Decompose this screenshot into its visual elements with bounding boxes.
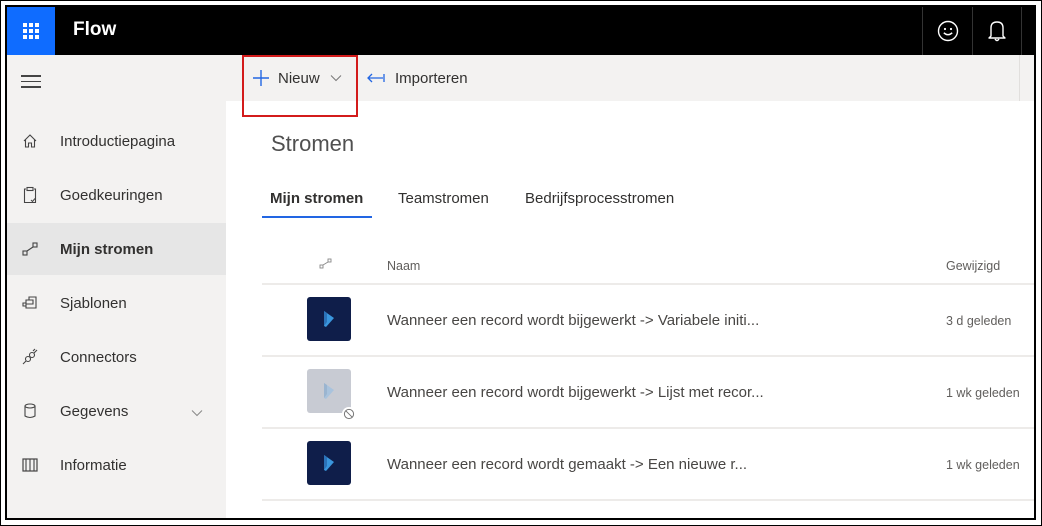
clipboard-check-icon xyxy=(20,185,40,205)
table-row[interactable]: Wanneer een record wordt bijgewerkt -> V… xyxy=(262,285,1034,357)
app-launcher-button[interactable] xyxy=(7,7,55,55)
flow-modified: 1 wk geleden xyxy=(946,386,1020,400)
flow-name[interactable]: Wanneer een record wordt gemaakt -> Een … xyxy=(387,456,747,473)
import-button-label: Importeren xyxy=(395,69,468,87)
flow-type-column-icon[interactable] xyxy=(319,258,333,273)
hamburger-menu-button[interactable] xyxy=(21,75,41,89)
chevron-down-icon[interactable] xyxy=(191,404,203,422)
column-header-name[interactable]: Naam xyxy=(387,259,420,273)
plus-icon xyxy=(253,70,269,86)
flow-name[interactable]: Wanneer een record wordt bijgewerkt -> L… xyxy=(387,384,764,401)
tab-teamstromen[interactable]: Teamstromen xyxy=(398,190,489,222)
flow-icon xyxy=(20,239,40,259)
tab-bedrijfsprocesstromen[interactable]: Bedrijfsprocesstromen xyxy=(525,190,674,222)
table-row[interactable]: Wanneer een record wordt gemaakt -> Een … xyxy=(262,429,1034,501)
app-window: Flow Introductiepagina Goedkeuringen Mij… xyxy=(5,5,1036,520)
sidebar-item-label: Goedkeuringen xyxy=(60,186,163,204)
tab-label: Bedrijfsprocesstromen xyxy=(525,190,675,207)
sidebar-item-introductiepagina[interactable]: Introductiepagina xyxy=(7,115,226,167)
app-title[interactable]: Flow xyxy=(73,7,116,55)
database-icon xyxy=(20,401,40,421)
new-button-label: Nieuw xyxy=(278,69,320,87)
column-header-modified[interactable]: Gewijzigd xyxy=(946,259,1000,273)
top-bar: Flow xyxy=(7,7,1034,55)
sidebar-item-goedkeuringen[interactable]: Goedkeuringen xyxy=(7,169,226,221)
new-button[interactable]: Nieuw xyxy=(252,55,342,101)
sidebar-item-sjablonen[interactable]: Sjablonen xyxy=(7,277,226,329)
sidebar: Introductiepagina Goedkeuringen Mijn str… xyxy=(7,55,226,518)
sidebar-item-label: Gegevens xyxy=(60,402,129,420)
command-bar: Nieuw Importeren xyxy=(226,55,1034,101)
dynamics-icon xyxy=(307,297,351,341)
chevron-down-icon xyxy=(330,75,342,82)
flow-name[interactable]: Wanneer een record wordt bijgewerkt -> V… xyxy=(387,312,759,329)
smiley-icon xyxy=(937,20,958,42)
flows-table: Naam Gewijzigd Wanneer een record wordt … xyxy=(262,247,1034,501)
templates-icon xyxy=(20,293,40,313)
notifications-button[interactable] xyxy=(972,7,1022,55)
flow-modified: 3 d geleden xyxy=(946,314,1012,328)
import-button[interactable]: Importeren xyxy=(367,55,468,101)
feedback-button[interactable] xyxy=(922,7,972,55)
home-icon xyxy=(20,131,40,151)
import-arrow-icon xyxy=(367,73,385,83)
sidebar-item-gegevens[interactable]: Gegevens xyxy=(7,385,226,437)
tab-label: Mijn stromen xyxy=(270,190,364,207)
flow-modified: 1 wk geleden xyxy=(946,458,1020,472)
disabled-icon xyxy=(342,407,356,421)
active-tab-indicator xyxy=(262,216,372,218)
book-icon xyxy=(20,455,40,475)
sidebar-item-label: Sjablonen xyxy=(60,294,127,312)
sidebar-item-label: Informatie xyxy=(60,456,127,474)
app-launcher-icon xyxy=(23,23,39,39)
tab-label: Teamstromen xyxy=(398,190,489,207)
table-header: Naam Gewijzigd xyxy=(262,247,1034,285)
sidebar-item-label: Connectors xyxy=(60,348,137,366)
page-title: Stromen xyxy=(271,131,355,156)
table-row[interactable]: Wanneer een record wordt bijgewerkt -> L… xyxy=(262,357,1034,429)
dynamics-icon xyxy=(307,441,351,485)
plug-icon xyxy=(20,347,40,367)
sidebar-item-mijn-stromen[interactable]: Mijn stromen xyxy=(7,223,226,275)
sidebar-item-label: Mijn stromen xyxy=(60,240,154,258)
sidebar-item-connectors[interactable]: Connectors xyxy=(7,331,226,383)
bell-icon xyxy=(988,21,1006,42)
sidebar-item-label: Introductiepagina xyxy=(60,132,176,150)
dynamics-icon xyxy=(307,369,351,413)
sidebar-item-informatie[interactable]: Informatie xyxy=(7,439,226,491)
command-bar-overflow xyxy=(1019,55,1034,101)
